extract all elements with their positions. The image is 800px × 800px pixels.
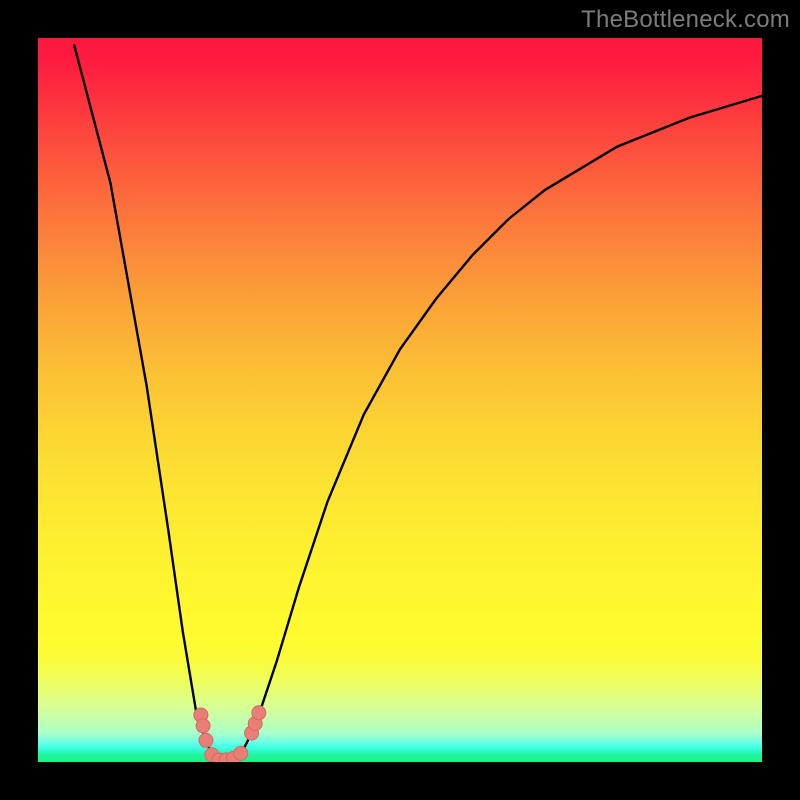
watermark-text: TheBottleneck.com <box>581 6 790 34</box>
marker-layer <box>38 38 762 762</box>
data-marker <box>196 719 210 733</box>
data-marker <box>199 733 213 747</box>
chart-frame: TheBottleneck.com <box>0 0 800 800</box>
plot-area <box>38 38 762 762</box>
data-marker <box>252 706 266 720</box>
data-marker <box>234 746 248 760</box>
